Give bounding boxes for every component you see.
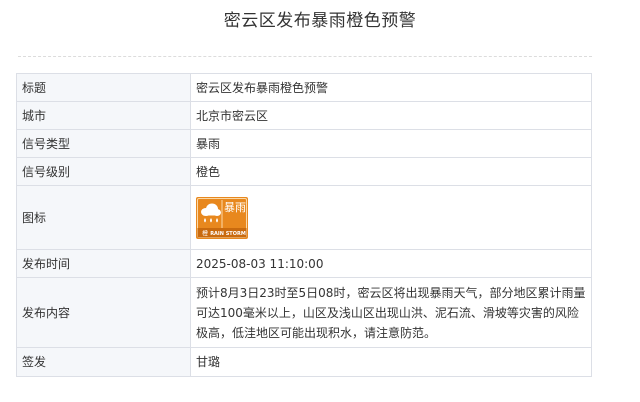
rainstorm-orange-warning-icon: 暴雨 橙 RAIN STORM (196, 196, 248, 239)
row-label: 信号类型 (16, 129, 191, 158)
table-row-signer: 签发 甘璐 (16, 347, 592, 377)
row-value: 暴雨 橙 RAIN STORM (190, 185, 592, 250)
row-value: 橙色 (190, 157, 592, 186)
row-value: 北京市密云区 (190, 101, 592, 130)
row-value: 2025-08-03 11:10:00 (190, 249, 592, 278)
row-value: 甘璐 (190, 347, 592, 377)
table-row-city: 城市 北京市密云区 (16, 101, 592, 130)
table-row-icon: 图标 暴雨 橙 RAIN STORM (16, 185, 592, 250)
row-value: 暴雨 (190, 129, 592, 158)
row-label: 发布内容 (16, 277, 191, 348)
icon-level-text: 橙 (202, 229, 208, 237)
page-title: 密云区发布暴雨橙色预警 (223, 11, 417, 31)
row-value: 密云区发布暴雨橙色预警 (190, 73, 592, 102)
row-value: 预计8月3日23时至5日08时，密云区将出现暴雨天气，部分地区累计雨量可达100… (190, 277, 592, 348)
warning-info-table: 标题 密云区发布暴雨橙色预警 城市 北京市密云区 信号类型 暴雨 信号级别 橙色… (16, 73, 592, 377)
icon-text-cn-top: 暴雨 (224, 201, 246, 214)
icon-text-en: RAIN STORM (210, 231, 246, 237)
row-label: 信号级别 (16, 157, 191, 186)
table-row-signal-level: 信号级别 橙色 (16, 157, 592, 186)
table-row-content: 发布内容 预计8月3日23时至5日08时，密云区将出现暴雨天气，部分地区累计雨量… (16, 277, 592, 348)
table-row-title: 标题 密云区发布暴雨橙色预警 (16, 73, 592, 102)
row-label: 发布时间 (16, 249, 191, 278)
table-row-signal-type: 信号类型 暴雨 (16, 129, 592, 158)
table-row-publish-time: 发布时间 2025-08-03 11:10:00 (16, 249, 592, 278)
row-label: 签发 (16, 347, 191, 377)
row-label: 标题 (16, 73, 191, 102)
row-label: 图标 (16, 185, 191, 250)
row-label: 城市 (16, 101, 191, 130)
title-divider (18, 56, 592, 57)
